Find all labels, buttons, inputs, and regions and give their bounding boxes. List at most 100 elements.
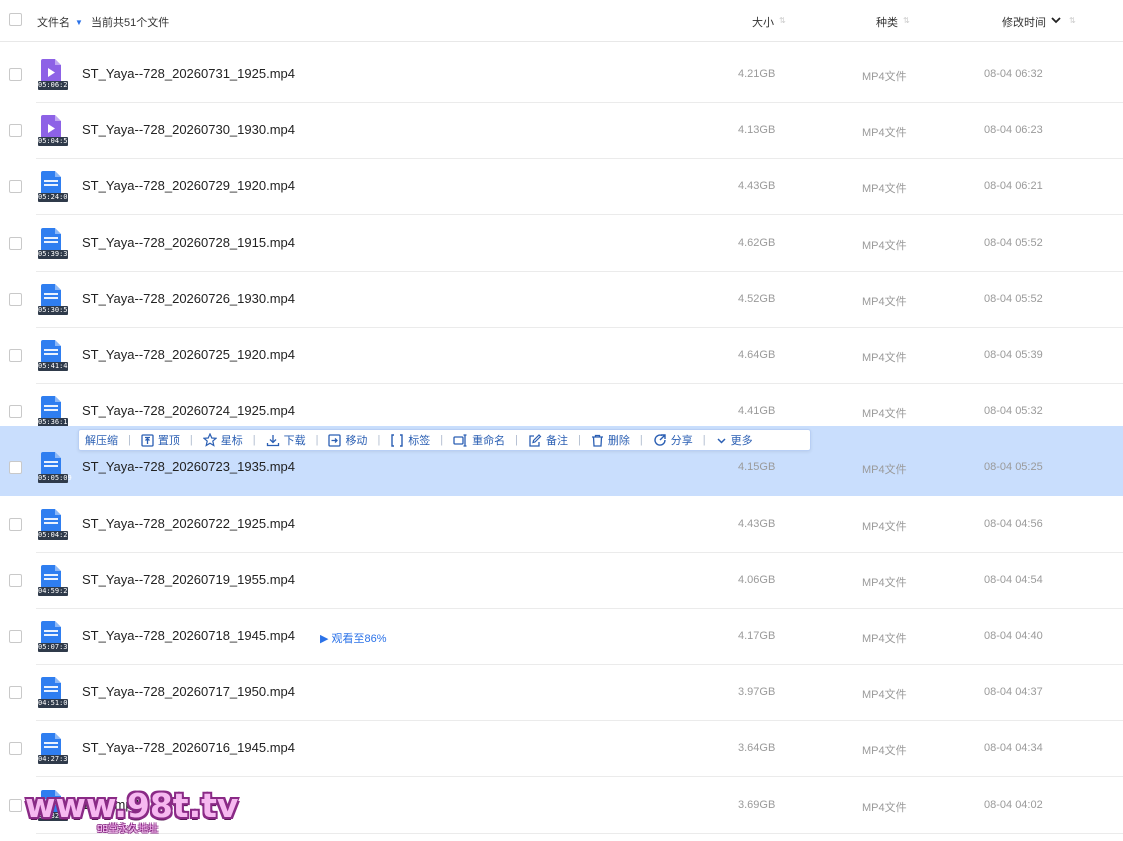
file-name[interactable]: ST_Yaya--728_20260719_1955.mp4	[82, 572, 295, 587]
file-size: 4.13GB	[738, 124, 776, 137]
blue-video-icon[interactable]: 05:41:43	[38, 340, 72, 372]
pin-top-icon	[141, 433, 158, 447]
file-checkbox[interactable]	[9, 180, 22, 194]
file-row[interactable]: 04:51:05 ST_Yaya--728_20260717_1950.mp4 …	[0, 665, 1123, 722]
toolbar-item-label: 星标	[220, 435, 243, 447]
toolbar-item-label: 解压缩	[85, 435, 118, 447]
sort-desc-icon[interactable]: ▼	[75, 18, 83, 27]
blue-video-icon[interactable]: 05:04:29	[38, 508, 72, 541]
file-name[interactable]: ST_Yaya--728_20260725_1920.mp4	[82, 347, 295, 362]
file-row[interactable]: 05:24:08 ST_Yaya--728_20260729_1920.mp4 …	[0, 159, 1123, 216]
download-icon	[266, 434, 284, 447]
toolbar-separator: |	[578, 434, 581, 446]
file-name[interactable]: ST_Yaya--728_20260731_1925.mp4	[82, 66, 295, 81]
duration-badge: 05:06:28	[38, 81, 72, 90]
purple-video-icon[interactable]: 05:06:28	[38, 59, 72, 91]
share-icon	[653, 433, 671, 447]
blue-video-icon[interactable]: 04:51:05	[38, 677, 72, 709]
file-checkbox[interactable]	[9, 236, 22, 250]
toolbar-item-3[interactable]: 下载	[266, 432, 306, 448]
file-modified-time: 08-04 04:34	[984, 742, 1043, 755]
file-checkbox[interactable]	[9, 405, 22, 419]
toolbar-item-6[interactable]: 重命名	[453, 432, 505, 448]
file-name[interactable]: ST_Yaya--728_20260724_1925.mp4	[82, 403, 295, 418]
blue-video-icon[interactable]: 05:30:52	[38, 283, 72, 316]
file-checkbox[interactable]	[9, 686, 22, 700]
file-checkbox[interactable]	[9, 573, 22, 587]
blue-video-icon[interactable]: 05:39:30	[38, 227, 72, 260]
toolbar-item-8[interactable]: 删除	[591, 432, 630, 448]
watermark: www.98t.tv 98堂永久地址	[25, 786, 240, 835]
file-row[interactable]: 05:04:29 ST_Yaya--728_20260722_1925.mp4 …	[0, 497, 1123, 553]
watch-progress-link[interactable]: ▶ 观看至86%	[320, 630, 387, 646]
toolbar-item-label: 重命名	[472, 435, 506, 447]
file-checkbox[interactable]	[9, 349, 22, 362]
toolbar-item-5[interactable]: 标签	[390, 432, 430, 448]
file-modified-time: 08-04 05:25	[984, 461, 1043, 474]
toolbar-item-1[interactable]: 置顶	[141, 432, 180, 448]
file-checkbox[interactable]	[9, 292, 22, 306]
file-row[interactable]: 05:04:52 ST_Yaya--728_20260730_1930.mp4 …	[0, 103, 1123, 160]
file-size: 3.64GB	[738, 742, 776, 755]
file-checkbox[interactable]	[9, 124, 22, 138]
file-row[interactable]: 05:30:52 ST_Yaya--728_20260726_1930.mp4 …	[0, 272, 1123, 328]
file-modified-time: 08-04 05:39	[984, 349, 1043, 361]
file-row[interactable]: 05:39:30 ST_Yaya--728_20260728_1915.mp4 …	[0, 216, 1123, 272]
blue-video-icon[interactable]: 05:07:39	[38, 621, 72, 653]
file-checkbox[interactable]	[9, 461, 22, 475]
file-name[interactable]: ST_Yaya--728_20260728_1915.mp4	[82, 235, 295, 250]
size-column-header[interactable]: 大小	[752, 14, 774, 30]
file-checkbox[interactable]	[9, 517, 22, 531]
file-row[interactable]: 04:27:39 ST_Yaya--728_20260716_1945.mp4 …	[0, 721, 1123, 778]
toolbar-item-4[interactable]: 移动	[328, 432, 367, 448]
file-size: 3.69GB	[738, 798, 776, 811]
file-modified-time: 08-04 05:52	[984, 292, 1043, 305]
file-name[interactable]: ST_Yaya--728_20260726_1930.mp4	[82, 291, 295, 306]
chevron-down-icon[interactable]	[1051, 15, 1061, 25]
modified-column-header[interactable]: 修改时间	[1002, 14, 1046, 30]
file-name[interactable]: ST_Yaya--728_20260717_1950.mp4	[82, 684, 295, 699]
file-type: MP4文件	[862, 633, 907, 645]
file-row[interactable]: 05:07:39 ST_Yaya--728_20260718_1945.mp4 …	[0, 609, 1123, 665]
name-column-header[interactable]: 文件名	[37, 14, 70, 30]
purple-video-icon[interactable]: 05:04:52	[38, 115, 72, 147]
blue-video-icon[interactable]: 04:59:21	[38, 564, 72, 597]
blue-video-icon[interactable]: 05:24:08	[38, 171, 72, 203]
type-sort-icon[interactable]: ⇅	[903, 16, 910, 25]
toolbar-item-0[interactable]: 解压缩	[85, 432, 118, 448]
select-all-checkbox[interactable]	[9, 13, 22, 26]
file-size: 4.15GB	[738, 461, 776, 474]
file-name[interactable]: ST_Yaya--728_20260723_1935.mp4	[82, 459, 295, 474]
modified-sort-icon[interactable]: ⇅	[1069, 16, 1076, 25]
file-modified-time: 08-04 05:32	[984, 405, 1043, 418]
file-row[interactable]: 04:59:21 ST_Yaya--728_20260719_1955.mp4 …	[0, 553, 1123, 609]
size-sort-icon[interactable]: ⇅	[779, 16, 786, 25]
blue-video-icon[interactable]: 05:05:09	[38, 452, 72, 484]
duration-badge: 05:04:52	[38, 137, 72, 147]
toolbar-item-10[interactable]: 更多	[716, 432, 753, 448]
blue-video-icon[interactable]: 04:27:39	[38, 733, 72, 765]
toolbar-item-7[interactable]: 备注	[528, 432, 568, 448]
file-type: MP4文件	[862, 408, 907, 421]
file-checkbox[interactable]	[9, 68, 22, 81]
file-name[interactable]: ST_Yaya--728_20260722_1925.mp4	[82, 516, 295, 531]
file-row[interactable]: 05:06:28 ST_Yaya--728_20260731_1925.mp4 …	[0, 47, 1123, 103]
file-name[interactable]: ST_Yaya--728_20260729_1920.mp4	[82, 178, 295, 193]
file-name[interactable]: ST_Yaya--728_20260730_1930.mp4	[82, 122, 295, 137]
toolbar-item-2[interactable]: 星标	[202, 432, 243, 448]
file-name[interactable]: ST_Yaya--728_20260718_1945.mp4	[82, 628, 295, 643]
file-size: 4.43GB	[738, 180, 776, 193]
toolbar-item-9[interactable]: 分享	[653, 432, 693, 448]
file-row[interactable]: 05:41:43 ST_Yaya--728_20260725_1920.mp4 …	[0, 328, 1123, 384]
duration-badge: 05:05:09	[38, 474, 72, 484]
file-checkbox[interactable]	[9, 630, 22, 643]
type-column-header[interactable]: 种类	[876, 14, 898, 30]
file-modified-time: 08-04 05:52	[984, 236, 1043, 249]
file-checkbox[interactable]	[9, 742, 22, 756]
note-icon	[528, 433, 546, 447]
file-checkbox[interactable]	[9, 798, 22, 812]
file-modified-time: 08-04 04:37	[984, 686, 1043, 699]
file-type: MP4文件	[862, 801, 907, 814]
blue-video-icon[interactable]: 05:36:18	[38, 396, 72, 428]
file-name[interactable]: ST_Yaya--728_20260716_1945.mp4	[82, 740, 295, 755]
